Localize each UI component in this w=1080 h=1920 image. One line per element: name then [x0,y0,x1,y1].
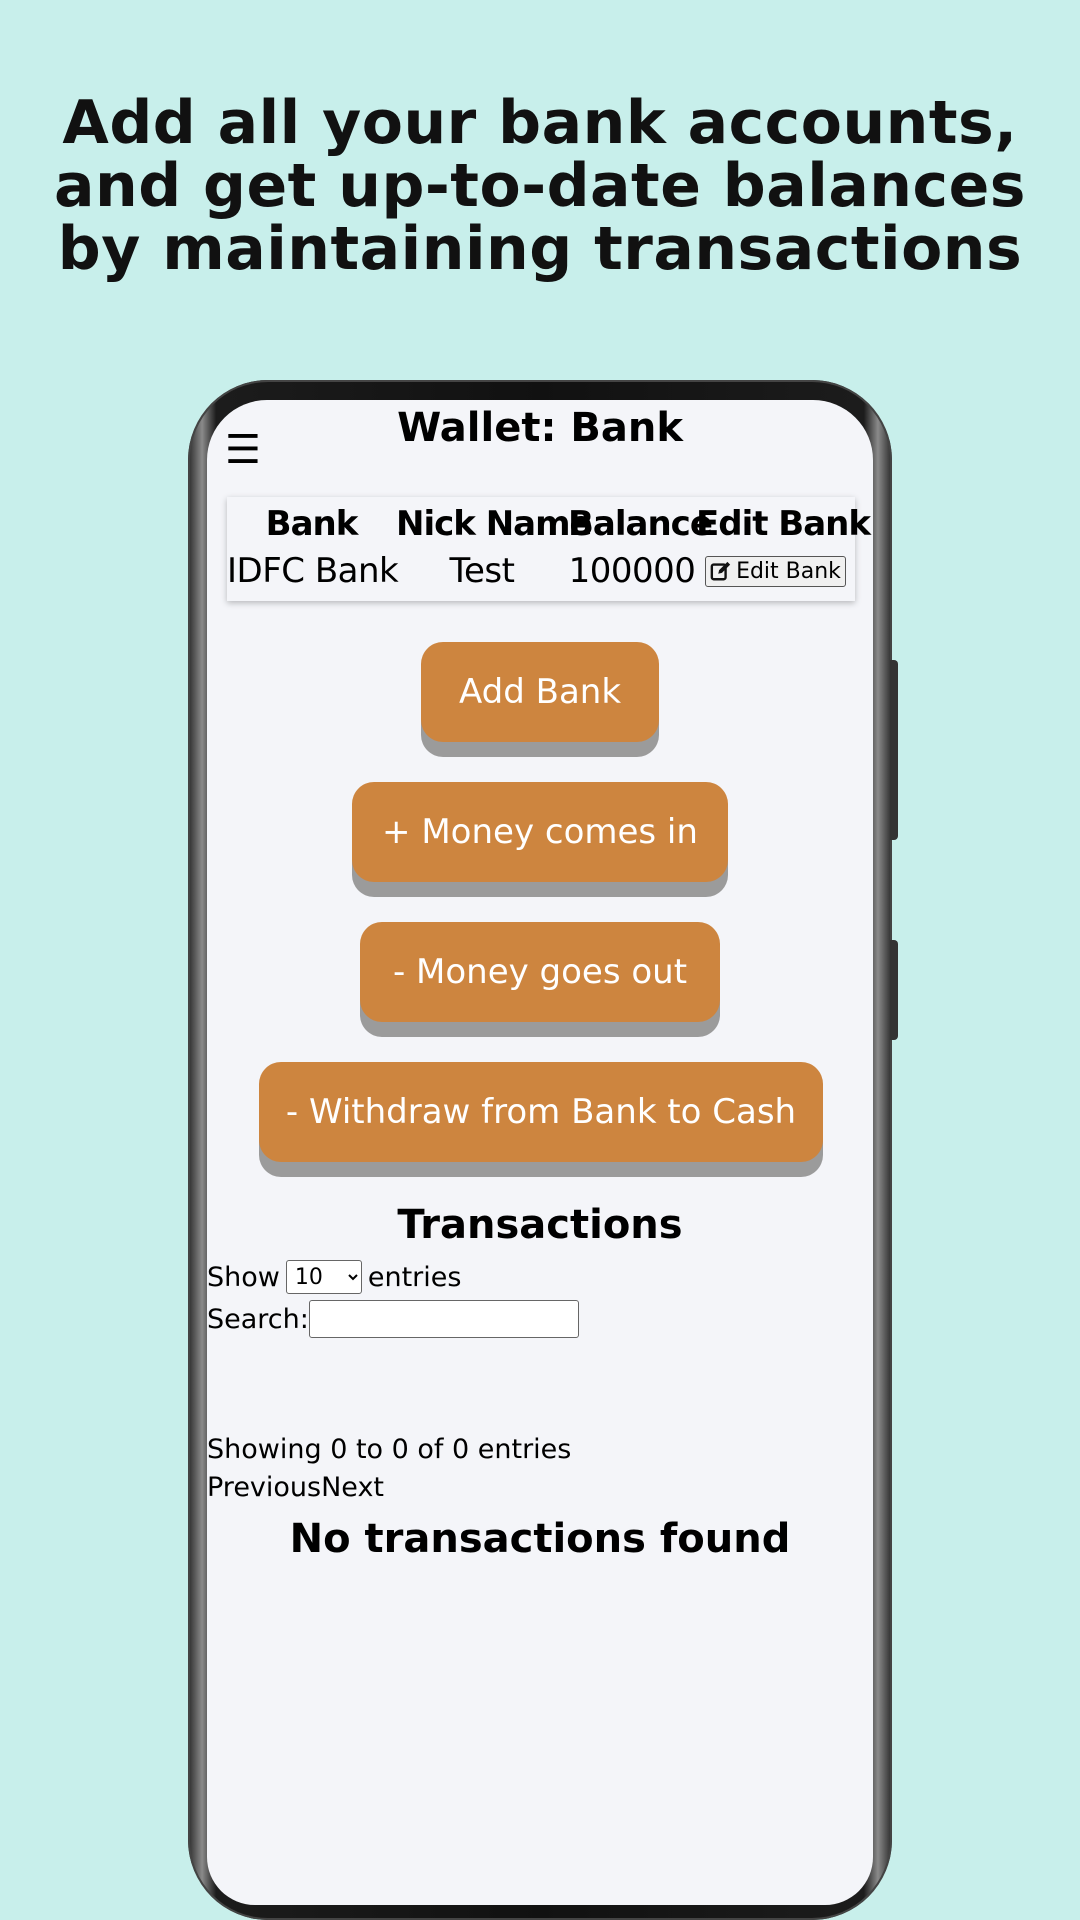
search-label: Search: [207,1303,309,1335]
edit-icon [710,561,731,581]
money-out-button[interactable]: - Money goes out [360,922,720,1022]
phone-frame: ☰ Wallet: Bank Bank Nick Name Balance Ed… [188,380,898,1920]
search-input[interactable] [308,1300,579,1338]
column-header-balance: Balance [568,504,713,544]
column-header-bank: Bank [265,504,359,544]
show-label: Show [207,1261,280,1293]
edit-bank-button[interactable]: Edit Bank [705,555,846,587]
bank-table-header-row: Bank Nick Name Balance Edit Bank [227,497,871,547]
previous-page-link[interactable]: Previous [207,1472,321,1503]
column-header-nick-name: Nick Name [396,504,593,544]
pagination: Previous Next [207,1472,384,1503]
nick-name-cell: Test [449,551,515,591]
column-header-edit-bank: Edit Bank [696,504,871,544]
search-control: Search: [207,1300,579,1338]
phone-volume-button [890,660,898,840]
balance-cell: 100000 [568,551,696,591]
bank-name-cell: IDFC Bank [227,551,399,591]
bank-table: Bank Nick Name Balance Edit Bank IDFC Ba… [227,497,871,601]
add-bank-button[interactable]: Add Bank [421,642,659,742]
table-row: IDFC Bank Test 100000 Edit Bank [227,547,855,601]
app-screen: ☰ Wallet: Bank Bank Nick Name Balance Ed… [207,400,873,1905]
no-transactions-message: No transactions found [289,1516,791,1562]
table-info: Showing 0 to 0 of 0 entries [207,1434,572,1465]
entries-per-page-select[interactable]: 10 [285,1260,362,1294]
edit-bank-label: Edit Bank [736,558,841,584]
transactions-heading: Transactions [397,1202,683,1248]
page-title: Wallet: Bank [397,405,683,451]
next-page-link[interactable]: Next [321,1472,384,1503]
entries-label: entries [367,1261,462,1293]
withdraw-to-cash-button[interactable]: - Withdraw from Bank to Cash [259,1062,823,1162]
money-in-button[interactable]: + Money comes in [352,782,728,882]
entries-length-control: Show 10 entries [207,1260,461,1294]
phone-power-button [890,940,898,1040]
edit-cell: Edit Bank [696,547,855,601]
promo-headline: Add all your bank accounts, and get up-t… [53,88,1026,284]
